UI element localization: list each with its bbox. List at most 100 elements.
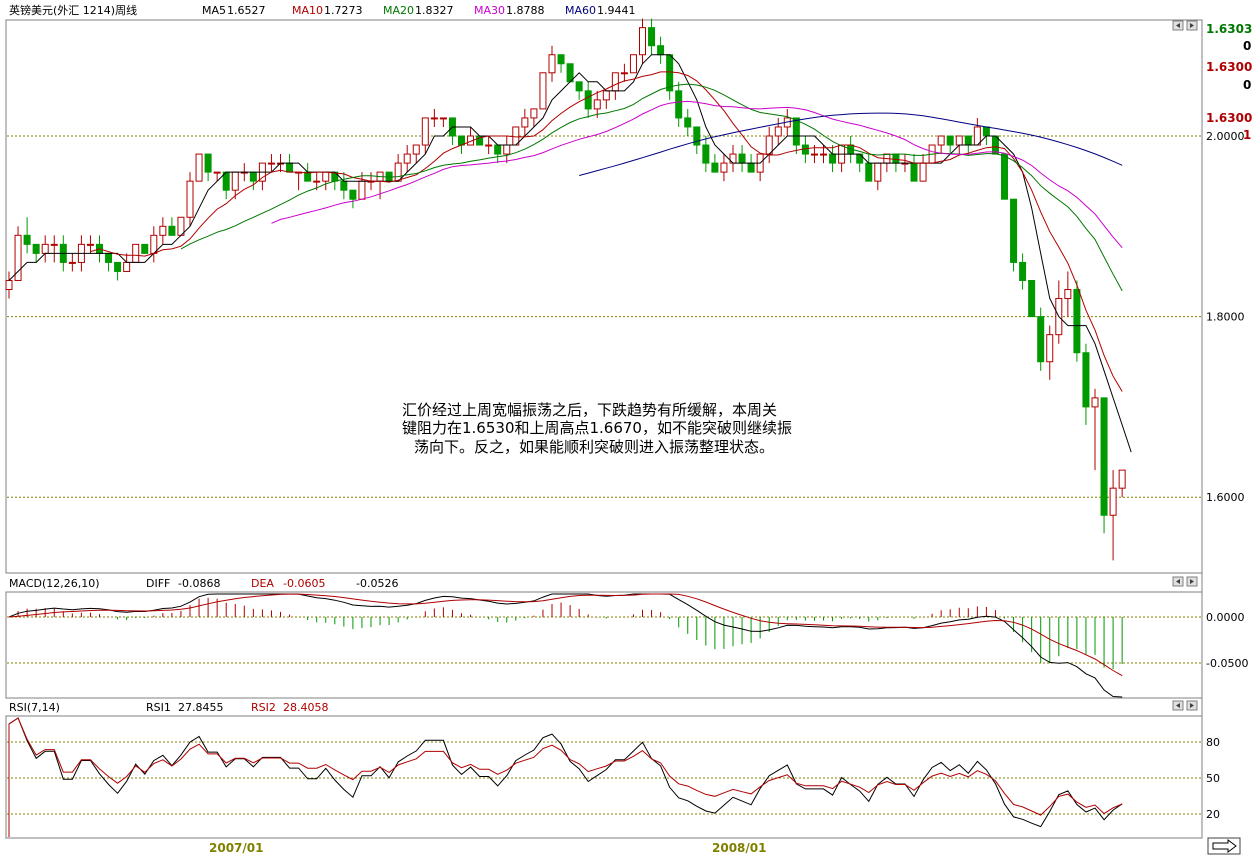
rsi-level-label-0: 80 xyxy=(1206,736,1220,749)
candle-16 xyxy=(150,226,158,263)
ma10-line xyxy=(90,71,1123,392)
ma-legend: MA5 1.6527 MA10 1.7273 MA20 1.8327 MA30 1.8788 M… xyxy=(202,4,636,17)
ma20-line xyxy=(180,83,1123,292)
candle-49 xyxy=(448,117,456,146)
rsi-level-label-2: 20 xyxy=(1206,808,1220,821)
candle-11 xyxy=(105,252,113,272)
candle-67 xyxy=(611,72,619,100)
candle-12 xyxy=(114,261,122,281)
candle-114 xyxy=(1037,307,1045,371)
candle-74 xyxy=(675,81,683,127)
candle-111 xyxy=(1010,198,1018,272)
ma-legend-value-3: 1.8788 xyxy=(506,4,545,17)
macd-diff-label: DIFF xyxy=(146,577,170,590)
candle-32 xyxy=(295,171,303,191)
candle-91 xyxy=(829,145,837,173)
candle-35 xyxy=(322,171,330,191)
stock-chart-svg: 英镑美元(外汇 1214)周线 MA5 1.6527 MA10 1.7273 MA20 1… xyxy=(5,3,1252,855)
candle-92 xyxy=(838,144,846,173)
candle-17 xyxy=(159,217,167,245)
candle-59 xyxy=(539,72,547,110)
ma-legend-label-2: MA20 xyxy=(383,4,414,17)
candle-73 xyxy=(666,54,674,100)
candle-107 xyxy=(973,117,981,146)
candle-60 xyxy=(548,45,556,82)
candle-4 xyxy=(41,235,49,263)
price-top-label-4: 1.6300 xyxy=(1206,111,1252,125)
candle-44 xyxy=(403,145,411,173)
candle-1 xyxy=(14,226,22,281)
macd-grid: 0.0000 -0.0500 xyxy=(7,611,1248,670)
candle-79 xyxy=(720,154,728,182)
candles xyxy=(5,18,1126,561)
candle-15 xyxy=(141,243,149,254)
candle-37 xyxy=(340,172,348,200)
time-label-2007: 2007/01 xyxy=(209,841,263,855)
candle-100 xyxy=(910,154,918,182)
macd-level-label-0: 0.0000 xyxy=(1206,611,1245,624)
candle-61 xyxy=(557,54,565,73)
macd-label: MACD(12,26,10) xyxy=(9,577,100,590)
candle-120 xyxy=(1091,388,1099,471)
candle-95 xyxy=(865,154,873,182)
candle-14 xyxy=(132,243,140,263)
candle-68 xyxy=(620,63,628,82)
annotation-line-2: 键阻力在1.6530和上周高点1.6670，如不能突破则继续振 xyxy=(402,419,792,437)
candle-18 xyxy=(168,217,176,236)
candle-21 xyxy=(195,153,203,182)
rsi1-value: 27.8455 xyxy=(178,701,224,714)
price-top-label-2: 1.6300 xyxy=(1206,60,1252,74)
candle-7 xyxy=(68,253,76,272)
candle-121 xyxy=(1100,397,1108,534)
ma-legend-value-0: 1.6527 xyxy=(227,4,266,17)
price-top-label-1: 0 xyxy=(1243,39,1251,53)
candle-85 xyxy=(774,117,782,146)
price-panel-scroll-buttons[interactable] xyxy=(1172,20,1198,31)
candle-81 xyxy=(738,145,746,173)
candle-2 xyxy=(23,217,31,254)
scroll-forward-button[interactable] xyxy=(1207,837,1241,855)
candle-24 xyxy=(222,171,230,200)
ma-legend-value-2: 1.8327 xyxy=(415,4,454,17)
candle-88 xyxy=(801,136,809,164)
ma-legend-label-4: MA60 xyxy=(565,4,596,17)
macd-level-label-1: -0.0500 xyxy=(1206,657,1248,670)
ma-legend-value-4: 1.9441 xyxy=(597,4,636,17)
candle-27 xyxy=(249,171,257,191)
candle-57 xyxy=(521,108,529,136)
rsi-panel-scroll-buttons[interactable] xyxy=(1172,700,1198,711)
price-top-label-0: 1.6303 xyxy=(1206,22,1252,36)
macd-panel-scroll-buttons[interactable] xyxy=(1172,576,1198,587)
ma-legend-label-1: MA10 xyxy=(292,4,323,17)
price-level-label-0: 2.0000 xyxy=(1206,130,1245,143)
candle-64 xyxy=(584,81,592,118)
candle-123 xyxy=(1118,469,1126,498)
rsi-grid: 80 50 20 xyxy=(7,736,1220,821)
candle-66 xyxy=(602,90,610,109)
rsi1-label: RSI1 xyxy=(146,701,171,714)
candle-117 xyxy=(1064,271,1072,317)
macd-dea-label: DEA xyxy=(251,577,274,590)
macd-diff-value: -0.0868 xyxy=(178,577,220,590)
candle-80 xyxy=(729,145,737,173)
candle-20 xyxy=(186,172,194,227)
candle-0 xyxy=(5,271,13,299)
ma-legend-value-1: 1.7273 xyxy=(324,4,363,17)
candle-112 xyxy=(1019,253,1027,290)
candle-72 xyxy=(657,36,665,64)
candle-119 xyxy=(1082,343,1090,425)
rsi2-label: RSI2 xyxy=(251,701,276,714)
candle-47 xyxy=(430,108,438,127)
rsi-level-label-1: 50 xyxy=(1206,772,1220,785)
price-level-label-1: 1.8000 xyxy=(1206,311,1245,324)
ma-legend-label-3: MA30 xyxy=(474,4,505,17)
candle-118 xyxy=(1073,280,1081,362)
macd-histogram xyxy=(17,597,1123,670)
candle-84 xyxy=(765,126,773,164)
ma5-line xyxy=(8,54,1132,453)
candle-38 xyxy=(349,189,357,209)
chart-window: 英镑美元(外汇 1214)周线 MA5 1.6527 MA10 1.7273 MA20 1… xyxy=(0,0,1254,855)
candle-22 xyxy=(204,153,212,182)
candle-70 xyxy=(639,18,646,64)
ma-legend-label-0: MA5 xyxy=(202,4,226,17)
